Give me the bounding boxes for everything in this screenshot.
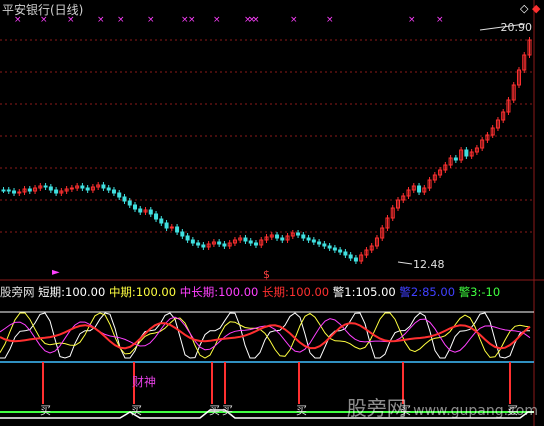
candle-body [164, 222, 169, 229]
watermark-text: 股旁网 [346, 396, 407, 420]
buy-signal-label: 买 [296, 404, 307, 417]
diamond-icon: ◇ [520, 2, 529, 15]
candle-body [306, 237, 311, 241]
candle-body [196, 242, 201, 246]
candle-body [12, 190, 17, 194]
x-marker: × [188, 15, 196, 25]
candle-body [27, 188, 32, 192]
buy-signal-label: 买 [131, 404, 142, 417]
candle-body [217, 241, 222, 245]
candle-body [190, 239, 195, 244]
x-marker: × [97, 15, 105, 25]
candle-body [80, 185, 85, 189]
chart-title: 平安银行(日线) [2, 3, 84, 17]
candle-body [417, 185, 422, 193]
buy-signal-label: 买 [40, 404, 51, 417]
candle-body [332, 247, 337, 251]
candle-body [169, 226, 174, 229]
candle-body [1, 189, 6, 192]
candle-body [327, 245, 332, 249]
candle-body [117, 192, 122, 198]
candle-body [122, 196, 127, 202]
candle-body [180, 231, 185, 237]
candle-body [138, 208, 143, 213]
price-high-label: 20.90 [500, 21, 533, 34]
candle-body [464, 149, 469, 157]
candle-body [311, 239, 316, 243]
buy-signal-label: 买 [222, 404, 233, 417]
candle-body [201, 244, 206, 248]
caishen-signal-label: 财神 [132, 375, 157, 389]
candle-body [101, 184, 106, 189]
param-warn3-label: 警3: [458, 285, 482, 299]
candle-body [348, 254, 353, 259]
param-warn1-label: 警1: [332, 285, 356, 299]
param-warn2-label: 警2: [399, 285, 423, 299]
x-marker: × [290, 15, 298, 25]
watermark: 股旁网 www.gupang.com [347, 392, 538, 421]
candle-body [106, 187, 111, 191]
watermark-url: www.gupang.com [413, 403, 538, 419]
param-short-value: 100.00 [65, 285, 106, 299]
candle-body [175, 226, 180, 233]
candle-body [48, 186, 53, 191]
candle-body [185, 235, 190, 241]
candle-body [301, 234, 306, 239]
candle-body [17, 191, 22, 194]
param-midlong-label: 中长期: [179, 285, 219, 299]
param-long-value: 100.00 [288, 285, 330, 299]
kline-chart[interactable]: × × × × × × × × × ××× × × × ×◇ ◆ [0, 0, 544, 426]
param-long-label: 长期: [262, 285, 289, 299]
candle-body [338, 249, 343, 253]
x-marker: × [436, 15, 444, 25]
candle-body [296, 232, 301, 236]
candle-body [222, 243, 227, 247]
candle-body [353, 257, 358, 262]
candle-body [280, 237, 285, 241]
price-low-label: 12.48 [413, 258, 445, 271]
candle-body [148, 209, 153, 215]
candle-body [69, 187, 74, 190]
param-mid-label: 中期: [108, 285, 136, 299]
candle-body [248, 240, 253, 244]
low-pointer [397, 261, 413, 265]
candle-body [159, 218, 164, 224]
candle-body [317, 241, 322, 245]
candle-body [127, 200, 132, 206]
param-mid-value: 100.00 [135, 285, 177, 299]
play-arrow-icon[interactable]: ► [52, 267, 60, 278]
candle-body [43, 185, 48, 188]
short-term-line [0, 312, 530, 359]
candle-body [243, 237, 248, 242]
x-marker: × [117, 15, 125, 25]
param-warn3-value: -10 [481, 285, 501, 299]
candle-body [322, 243, 327, 247]
candle-body [453, 157, 458, 161]
dollar-marker: $ [263, 268, 270, 281]
param-warn2-value: 85.00 [422, 285, 456, 299]
param-short-label: 短期: [38, 285, 66, 299]
diamond-icon: ◆ [532, 2, 541, 15]
x-marker: × [252, 15, 260, 25]
candle-body [85, 187, 90, 191]
candle-body [54, 189, 59, 194]
candle-body [111, 189, 116, 194]
indicator-name: 股旁网 [0, 285, 35, 299]
x-marker: × [213, 15, 221, 25]
candle-body [133, 204, 137, 210]
x-marker: × [408, 15, 416, 25]
candle-body [343, 251, 348, 256]
indicator-legend: 股旁网 短期:100.00 中期:100.00 中长期:100.00 长期:10… [0, 284, 500, 300]
x-marker: × [326, 15, 334, 25]
candle-body [6, 189, 11, 192]
buy-signal-label: 买 [209, 404, 220, 417]
x-marker: × [147, 15, 155, 25]
param-warn1-value: 105.00 [355, 285, 396, 299]
candle-body [154, 213, 159, 220]
candle-body [275, 234, 280, 239]
candle-body [253, 242, 258, 246]
param-midlong-value: 100.00 [218, 285, 259, 299]
